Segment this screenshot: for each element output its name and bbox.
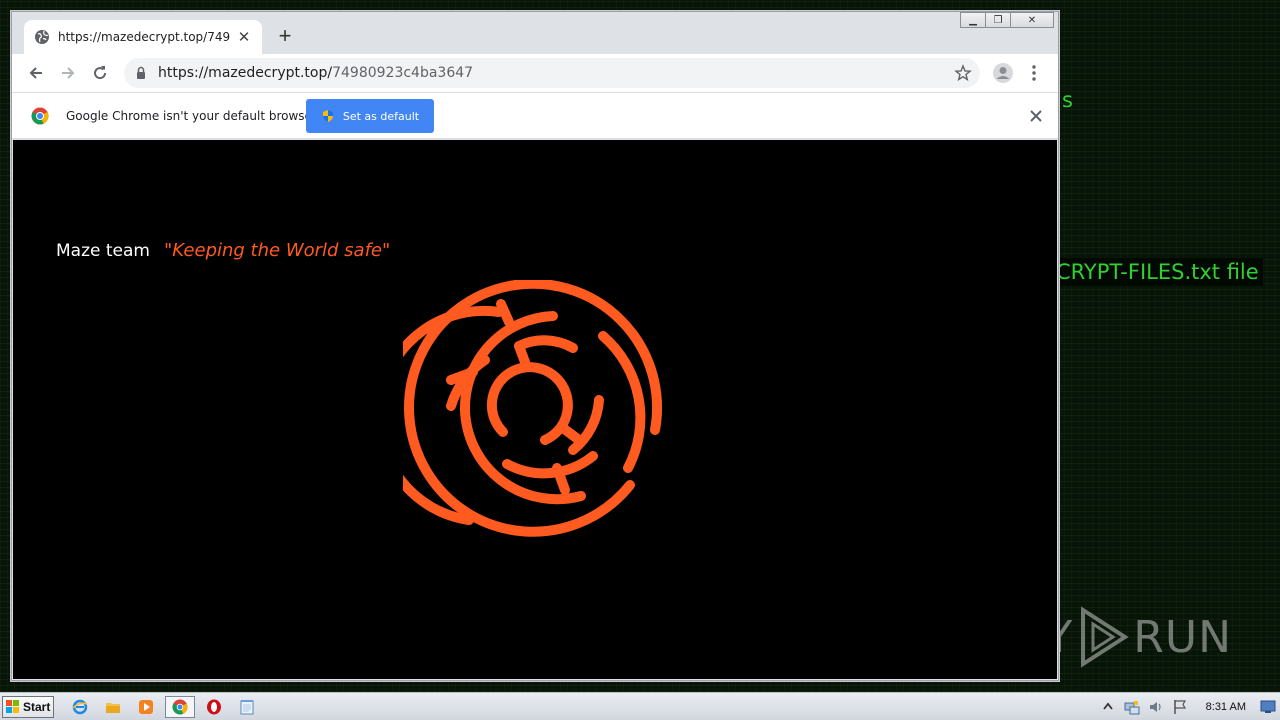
desktop-text-fragment: CRYPT-FILES.txt file (1052, 258, 1263, 286)
taskbar-chrome[interactable] (165, 696, 195, 718)
back-button[interactable] (22, 59, 50, 87)
watermark-text-right: RUN (1133, 611, 1232, 663)
forward-button[interactable] (54, 59, 82, 87)
profile-avatar-icon[interactable] (992, 62, 1014, 84)
page-content: Maze team "Keeping the World safe" (13, 140, 1057, 679)
team-name: Maze team (56, 241, 150, 261)
maze-logo-icon (403, 280, 662, 537)
new-tab-button[interactable]: + (274, 25, 296, 48)
clock[interactable]: 8:31 AM (1206, 701, 1246, 713)
taskbar-explorer[interactable] (101, 697, 125, 717)
minimize-button[interactable]: ▁ (960, 12, 986, 28)
chevron-up-icon (1102, 702, 1113, 710)
show-desktop-icon[interactable] (1260, 699, 1276, 715)
slogan: "Keeping the World safe" (163, 240, 391, 261)
set-as-default-label: Set as default (342, 109, 420, 123)
reload-button[interactable] (86, 59, 114, 87)
lock-icon (137, 66, 145, 79)
url-text: https://mazedecrypt.top/74980923c4ba3647 (158, 65, 473, 81)
start-label: Start (23, 700, 51, 714)
desktop-text-fragment: s (1062, 88, 1073, 112)
tab-title: https://mazedecrypt.top/74980923c (58, 30, 230, 44)
network-icon (1124, 701, 1140, 715)
star-icon[interactable] (954, 64, 972, 82)
three-dot-menu-icon[interactable] (1024, 63, 1044, 83)
start-button[interactable]: Start (2, 696, 54, 718)
notepad-icon (240, 700, 254, 715)
restore-button[interactable]: ❐ (985, 12, 1011, 28)
taskbar-media-player[interactable] (134, 697, 158, 717)
windows-logo-icon (6, 700, 19, 713)
url-path: 74980923c4ba3647 (332, 65, 474, 81)
reload-icon (94, 66, 107, 80)
window-controls: ▁ ❐ ✕ (960, 12, 1054, 28)
chrome-logo-icon (31, 107, 49, 124)
tray-volume[interactable] (1148, 699, 1164, 715)
forward-arrow-icon (62, 67, 75, 79)
chrome-window: https://mazedecrypt.top/74980923c ✕ + ▁ … (11, 11, 1059, 681)
tab-close-icon[interactable]: ✕ (236, 29, 252, 46)
taskbar-opera[interactable] (202, 697, 226, 717)
flag-icon (1173, 700, 1186, 714)
close-icon[interactable] (1028, 108, 1044, 124)
address-bar[interactable]: https://mazedecrypt.top/74980923c4ba3647 (124, 58, 980, 88)
chrome-icon (172, 699, 188, 715)
default-browser-infobar: Google Chrome isn't your default browser… (12, 92, 1058, 139)
system-tray: 8:31 AM (1096, 693, 1280, 720)
uac-shield-icon (322, 110, 333, 122)
tray-action-center[interactable] (1172, 699, 1188, 715)
opera-icon (207, 699, 221, 715)
folder-icon (106, 703, 120, 713)
titlebar: https://mazedecrypt.top/74980923c ✕ + ▁ … (12, 12, 1058, 54)
tray-network[interactable] (1124, 699, 1140, 715)
close-window-button[interactable]: ✕ (1010, 12, 1054, 28)
set-as-default-button[interactable]: Set as default (306, 99, 434, 133)
url-host: https://mazedecrypt.top/ (158, 65, 333, 81)
taskbar-internet-explorer[interactable] (68, 697, 92, 717)
speaker-icon (1149, 702, 1161, 712)
show-hidden-icons-button[interactable] (1100, 699, 1116, 715)
tab-active[interactable]: https://mazedecrypt.top/74980923c ✕ (24, 20, 262, 54)
back-arrow-icon (29, 67, 42, 79)
media-player-icon (139, 700, 153, 714)
play-logo-icon (1081, 606, 1129, 668)
globe-icon (35, 30, 49, 44)
internet-explorer-icon (72, 699, 88, 715)
taskbar: Start 8:31 AM (0, 692, 1280, 720)
taskbar-notepad[interactable] (235, 697, 259, 717)
toolbar: https://mazedecrypt.top/74980923c4ba3647 (12, 54, 1058, 92)
maze-header: Maze team "Keeping the World safe" (56, 240, 390, 261)
infobar-message: Google Chrome isn't your default browser (66, 108, 317, 123)
